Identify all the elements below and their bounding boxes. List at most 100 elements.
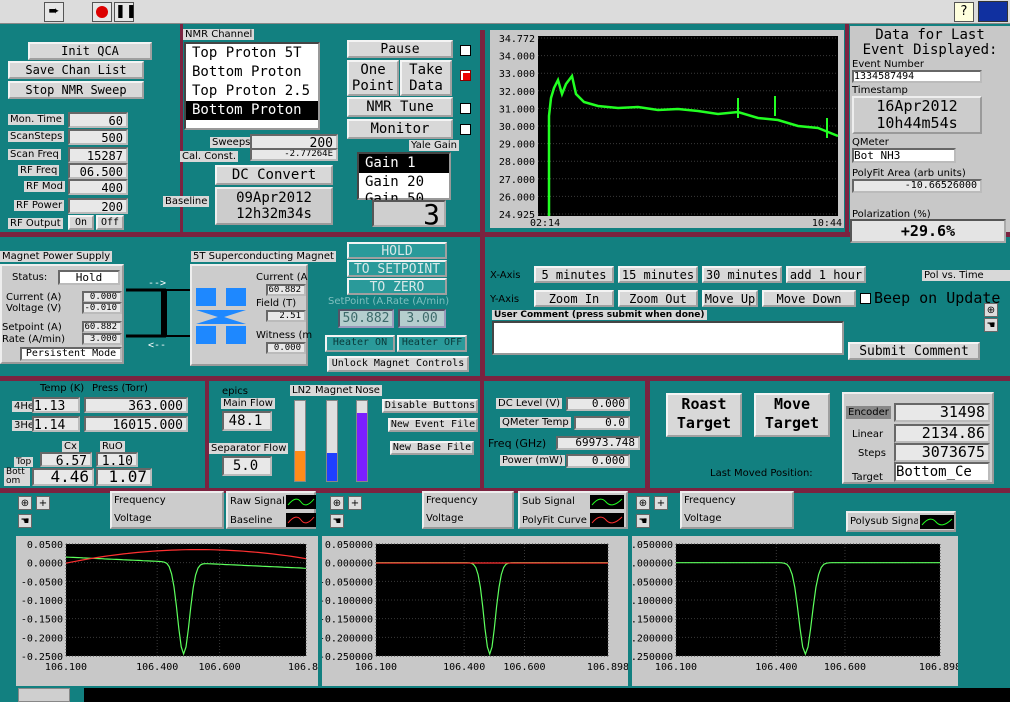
hold-button[interactable]: HOLD: [347, 242, 447, 259]
help-icon[interactable]: ?: [954, 2, 974, 22]
nmr-channel-item[interactable]: Bottom Proton: [186, 63, 318, 82]
sc-setpoint-field[interactable]: 50.882: [338, 309, 394, 328]
x-add-hour-button[interactable]: add 1 hour: [786, 266, 866, 283]
magnet-level-label: Magnet: [313, 385, 355, 396]
one-point-button[interactable]: One Point: [347, 60, 399, 96]
sc-rate-field[interactable]: 3.00: [398, 309, 446, 328]
x-15min-button[interactable]: 15 minutes: [618, 266, 698, 283]
y-tick-label: 27.000: [499, 175, 535, 186]
rf-power-field[interactable]: 200: [68, 198, 128, 214]
scansteps-field[interactable]: 500: [68, 129, 128, 145]
mps-setpoint[interactable]: 60.882: [82, 321, 122, 333]
event-number-label: Event Number: [852, 59, 924, 70]
mon-time-field[interactable]: 60: [68, 112, 128, 128]
bottom-label: Bott om: [4, 468, 30, 486]
y-tick-label: -0.100000: [322, 596, 373, 607]
new-event-file-button[interactable]: New Event File: [388, 418, 478, 432]
hand-icon[interactable]: ☚: [636, 514, 650, 528]
freq-value: 69973.748: [556, 436, 640, 450]
zoom-icon[interactable]: ⊕: [330, 496, 344, 510]
x-5min-button[interactable]: 5 minutes: [534, 266, 614, 283]
rf-on-button[interactable]: On: [68, 215, 94, 230]
x-tick-label: 106.89: [288, 662, 318, 673]
nmr-channel-list[interactable]: Top Proton 5T Bottom Proton Top Proton 2…: [184, 42, 320, 130]
run-arrow-icon[interactable]: ➨: [44, 2, 64, 22]
sub-signal-plot: 0.050000 0.000000 -0.050000 -0.100000 -0.150…: [319, 536, 629, 686]
to-zero-button[interactable]: TO ZERO: [347, 278, 447, 295]
gain-item[interactable]: Gain 20: [359, 173, 449, 192]
hand-icon[interactable]: ☚: [330, 514, 344, 528]
stop-nmr-sweep-button[interactable]: Stop NMR Sweep: [8, 81, 144, 99]
gain-item-selected[interactable]: Gain 1: [359, 154, 449, 173]
sub-signal-label: Sub Signal: [522, 496, 575, 507]
nmr-channel-item[interactable]: Top Proton 2.5: [186, 82, 318, 101]
roast-target-button[interactable]: Roast Target: [666, 393, 742, 437]
crosshair-icon[interactable]: +: [654, 496, 668, 510]
divider: [845, 24, 849, 232]
crosshair-icon[interactable]: +: [348, 496, 362, 510]
save-chan-list-button[interactable]: Save Chan List: [8, 61, 144, 79]
nmr-channel-label: NMR Channel: [183, 29, 255, 40]
monitor-button[interactable]: Monitor: [347, 119, 453, 139]
x-tick-label: 106.400: [755, 662, 797, 673]
one-point-line2: Point: [351, 78, 395, 94]
magnet-level-fill: [327, 453, 337, 481]
rf-off-button[interactable]: Off: [96, 215, 124, 230]
move-up-button[interactable]: Move Up: [702, 290, 758, 307]
stop-icon[interactable]: [92, 2, 112, 22]
yale-gain-list[interactable]: Gain 1 Gain 20 Gain 50: [357, 152, 451, 200]
crosshair-icon[interactable]: +: [36, 496, 50, 510]
vi-icon: [978, 1, 1008, 22]
x-30min-button[interactable]: 30 minutes: [702, 266, 782, 283]
hand-icon[interactable]: ☚: [984, 318, 998, 332]
pause-button[interactable]: Pause: [347, 40, 453, 58]
to-setpoint-button[interactable]: TO SETPOINT: [347, 260, 447, 277]
voltage-label: Voltage: [684, 513, 722, 524]
polyfit-curve-label: PolyFit Curve: [522, 515, 587, 526]
svg-text:<--: <--: [148, 340, 166, 351]
move-down-button[interactable]: Move Down: [762, 290, 856, 307]
nmr-channel-item-selected[interactable]: Bottom Proton: [186, 101, 318, 120]
timestamp-label: Timestamp: [852, 85, 908, 96]
ln2-level-fill: [295, 450, 305, 481]
scan-freq-field[interactable]: 15287: [68, 147, 128, 163]
take-data-button[interactable]: Take Data: [400, 60, 452, 96]
cal-const-field[interactable]: -2.77264E: [250, 148, 338, 161]
x-tick-label: 106.898: [919, 662, 958, 673]
zoom-out-button[interactable]: Zoom Out: [618, 290, 698, 307]
zoom-icon[interactable]: ⊕: [18, 496, 32, 510]
baseline-timestamp: 09Apr2012 12h32m34s: [215, 187, 333, 225]
rf-power-label: RF Power: [14, 200, 65, 211]
he3-press: 16015.000: [84, 416, 188, 432]
polysub-signal-chart: 0.050000 0.000000 -0.050000 -0.100000 -0.150…: [619, 540, 961, 673]
submit-comment-button[interactable]: Submit Comment: [848, 342, 980, 360]
beep-checkbox[interactable]: [860, 293, 871, 304]
scroll-handle[interactable]: [18, 688, 70, 702]
init-qca-button[interactable]: Init QCA: [28, 42, 152, 60]
nmr-channel-item[interactable]: Top Proton 5T: [186, 44, 318, 63]
scroll-track[interactable]: [84, 688, 1010, 702]
unlock-magnet-button[interactable]: Unlock Magnet Controls: [327, 356, 469, 372]
heater-on-button[interactable]: Heater ON: [325, 335, 395, 352]
zoom-icon[interactable]: ⊕: [984, 303, 998, 317]
zoom-icon[interactable]: ⊕: [636, 496, 650, 510]
comment-input[interactable]: [492, 321, 844, 355]
disable-buttons-button[interactable]: Disable Buttons: [382, 399, 478, 413]
y-tick-label: 30.000: [499, 122, 535, 133]
magnet-tube: [326, 400, 338, 482]
new-base-file-button[interactable]: New Base File: [390, 441, 474, 455]
move-target-button[interactable]: Move Target: [754, 393, 830, 437]
pause-indicator: [460, 45, 471, 56]
rf-mod-field[interactable]: 400: [68, 179, 128, 195]
rf-freq-field[interactable]: 06.500: [68, 163, 128, 179]
mps-rate[interactable]: 3.000: [82, 333, 122, 345]
dc-convert-button[interactable]: DC Convert: [215, 165, 333, 185]
baseline-legend-label: Baseline: [230, 515, 273, 526]
hand-icon[interactable]: ☚: [18, 514, 32, 528]
heater-off-button[interactable]: Heater OFF: [397, 335, 467, 352]
zoom-in-button[interactable]: Zoom In: [534, 290, 614, 307]
temp-label: Temp (K): [40, 383, 85, 394]
pause-icon[interactable]: ❚❚: [114, 2, 137, 22]
plot3-scale-legend: Frequency Voltage: [680, 491, 794, 529]
nmr-tune-button[interactable]: NMR Tune: [347, 97, 453, 117]
